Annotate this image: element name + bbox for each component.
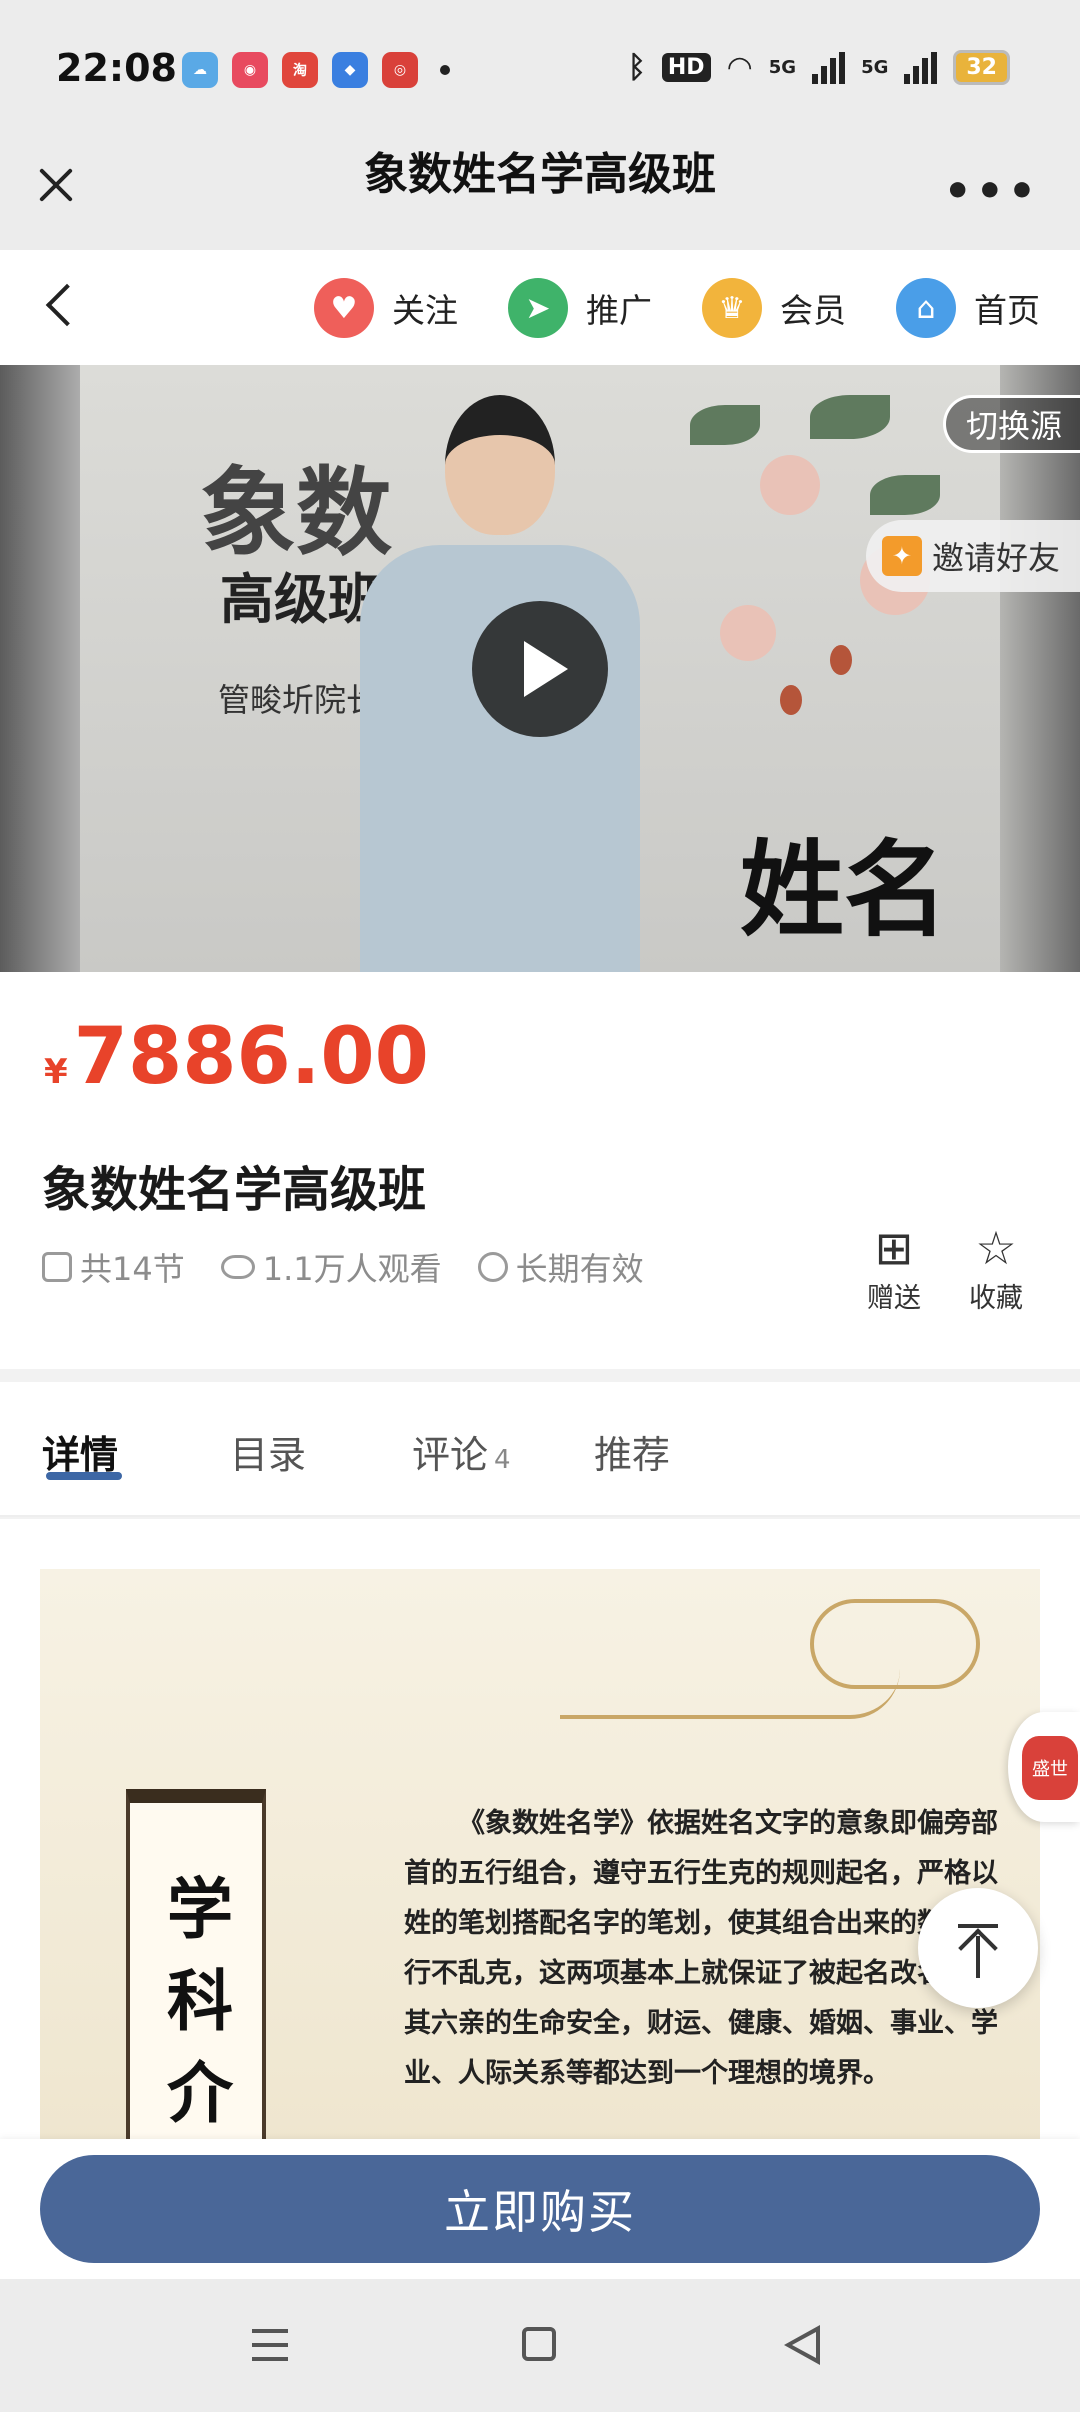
gift-label: 赠送: [867, 1283, 921, 1314]
back-to-top-button[interactable]: [918, 1888, 1038, 2008]
heart-icon: ♥: [314, 278, 374, 338]
hd-badge: HD: [661, 53, 711, 82]
price: ¥ 7886.00: [44, 1012, 429, 1102]
more-notifications-dot: [440, 65, 450, 75]
comment-count: 4: [494, 1445, 511, 1475]
gift-box-icon: ⊞: [874, 1221, 914, 1275]
sections-label: 共14节: [80, 1250, 185, 1288]
signal-bars-icon: [904, 51, 938, 84]
signal-label-2: 5G: [861, 57, 889, 78]
course-meta: 共14节 1.1万人观看 长期有效: [42, 1244, 644, 1290]
intro-poster: 学科介绍 《象数姓名学》依据姓名文字的意象即偏旁部首的五行组合，遵守五行生克的规…: [40, 1569, 1040, 2139]
more-options-icon[interactable]: •••: [944, 170, 1040, 214]
battery-indicator: 32: [953, 50, 1010, 85]
intro-paragraph: 《象数姓名学》依据姓名文字的意象即偏旁部首的五行组合，遵守五行生克的规则起名，严…: [404, 1808, 998, 2089]
nav-follow-button[interactable]: ♥ 关注: [314, 278, 458, 338]
scroll-title: 学科介绍: [167, 1870, 233, 2132]
favorite-label: 收藏: [969, 1283, 1023, 1314]
floating-seal-button[interactable]: 盛世: [1008, 1712, 1080, 1822]
video-player[interactable]: 象数 高级班 管畯圻院长 姓名学 切换源 ✦ 邀请好友: [0, 365, 1080, 972]
tab-catalog[interactable]: 目录: [230, 1424, 306, 1479]
course-info: ¥ 7886.00 象数姓名学高级班 共14节 1.1万人观看 长期有效 ⊞ 赠…: [0, 972, 1080, 1369]
bluetooth-icon: ᛒ: [627, 50, 646, 85]
invite-friends-label: 邀请好友: [931, 539, 1060, 577]
back-triangle-icon[interactable]: [784, 2325, 820, 2365]
validity-label: 长期有效: [515, 1250, 644, 1288]
nav-member-label: 会员: [780, 291, 846, 330]
buy-bar: 立即购买: [0, 2139, 1080, 2279]
detail-tabs: 详情 目录 评论 4 推荐: [0, 1382, 1080, 1517]
views-label: 1.1万人观看: [262, 1250, 442, 1288]
scroll-banner: 学科介绍: [126, 1789, 266, 2139]
eye-icon: [220, 1255, 255, 1279]
nav-home-label: 首页: [974, 291, 1040, 330]
page-title: 象数姓名学高级班: [364, 149, 716, 200]
validity: 长期有效: [477, 1244, 644, 1290]
cover-title-3: 姓名学: [740, 829, 949, 951]
wifi-icon: ◠: [726, 50, 753, 85]
title-bar: 象数姓名学高级班 •••: [0, 130, 1080, 250]
arrow-up-icon: [958, 1928, 998, 1968]
seal-icon: 盛世: [1022, 1736, 1078, 1800]
home-icon: ⌂: [896, 278, 956, 338]
star-icon: ☆: [975, 1221, 1017, 1275]
signal-label-1: 5G: [768, 57, 797, 78]
course-title: 象数姓名学高级班: [42, 1162, 427, 1218]
back-arrow-icon[interactable]: [40, 280, 80, 330]
taobao-app-icon: 淘: [282, 52, 318, 88]
gift-button[interactable]: ⊞ 赠送: [854, 1220, 934, 1315]
crown-icon: ♛: [702, 278, 762, 338]
nav-promote-label: 推广: [586, 291, 652, 330]
signal-bars-icon: [812, 51, 846, 84]
cover-title-2: 高级班: [220, 567, 382, 631]
active-tab-indicator: [46, 1472, 122, 1480]
home-square-icon[interactable]: [522, 2327, 556, 2361]
shopping-app-icon: ◉: [232, 52, 268, 88]
gift-icon: ✦: [881, 536, 922, 576]
views-count: 1.1万人观看: [220, 1244, 442, 1290]
tab-comments[interactable]: 评论 4: [412, 1424, 511, 1479]
nav-follow-label: 关注: [392, 291, 458, 330]
recent-apps-icon[interactable]: [252, 2329, 288, 2361]
cloud-app-icon: ☁: [182, 52, 218, 88]
shop-nav-bar: ♥ 关注 ➤ 推广 ♛ 会员 ⌂ 首页: [0, 250, 1080, 365]
nav-promote-button[interactable]: ➤ 推广: [508, 278, 652, 338]
status-indicators: ᛒ HD ◠ 5G 5G 32: [628, 50, 1010, 85]
tab-recommend[interactable]: 推荐: [594, 1424, 670, 1479]
notification-icons: ☁ ◉ 淘 ◆ ◎: [182, 52, 450, 88]
sections-count: 共14节: [42, 1244, 185, 1290]
blue-app-icon: ◆: [332, 52, 368, 88]
status-bar: 22:08 ☁ ◉ 淘 ◆ ◎ ᛒ HD ◠ 5G 5G 32: [0, 0, 1080, 130]
send-icon: ➤: [508, 278, 568, 338]
detail-content: 学科介绍 《象数姓名学》依据姓名文字的意象即偏旁部首的五行组合，遵守五行生克的规…: [0, 1519, 1080, 2139]
cloud-line-decoration: [560, 1669, 900, 1719]
nav-home-button[interactable]: ⌂ 首页: [896, 278, 1040, 338]
clock-icon: [477, 1252, 508, 1282]
tab-comments-label: 评论: [412, 1433, 489, 1477]
system-nav-bar: [0, 2279, 1080, 2412]
book-icon: [42, 1252, 72, 1282]
price-value: 7886.00: [73, 1012, 429, 1102]
nav-member-button[interactable]: ♛ 会员: [702, 278, 846, 338]
status-time: 22:08: [56, 46, 177, 90]
invite-friends-button[interactable]: ✦ 邀请好友: [865, 520, 1080, 592]
buy-now-button[interactable]: 立即购买: [40, 2155, 1040, 2263]
favorite-button[interactable]: ☆ 收藏: [956, 1220, 1036, 1315]
cover-teacher: 管畯圻院长: [218, 681, 379, 719]
tab-details[interactable]: 详情: [42, 1424, 118, 1479]
currency-symbol: ¥: [44, 1052, 68, 1092]
red-app-icon: ◎: [382, 52, 418, 88]
switch-source-button[interactable]: 切换源: [942, 395, 1080, 453]
play-button-icon[interactable]: [472, 601, 608, 737]
